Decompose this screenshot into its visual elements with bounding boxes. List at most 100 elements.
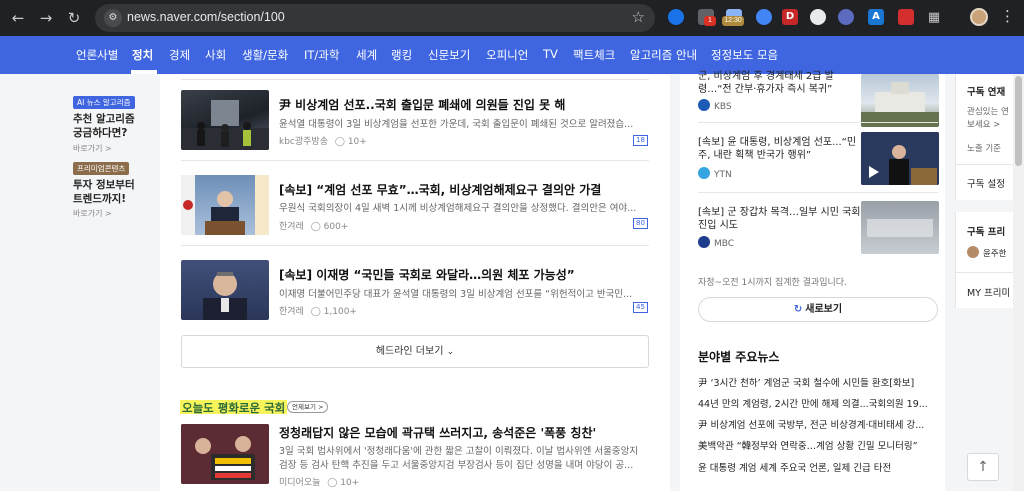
press-logo-icon	[698, 99, 710, 111]
bookmark-extension-icon[interactable]	[898, 9, 914, 25]
right-news-source[interactable]: KBS	[698, 99, 732, 112]
extension-icon[interactable]	[838, 9, 854, 25]
article-thumbnail[interactable]	[181, 175, 269, 235]
field-news-item[interactable]: 尹 비상계엄 선포에 국방부, 전군 비상경계·대비태세 강...	[698, 417, 938, 431]
right-news-source[interactable]: MBC	[698, 236, 734, 249]
nav-item[interactable]: 사회	[205, 47, 226, 63]
press-name[interactable]: 한겨레	[279, 222, 304, 232]
mail-badge: 1	[704, 16, 716, 26]
d-extension-icon[interactable]: D	[782, 9, 798, 25]
field-news-title[interactable]: 분야별 주요뉴스	[698, 348, 779, 365]
right-news-title[interactable]: [속보] 윤 대통령, 비상계엄 선포...“민 주, 내란 획책 반국가 행위…	[698, 136, 856, 162]
article-title[interactable]: [속보] 이재명 “국민들 국회로 와달라…의원 체포 가능성”	[279, 266, 575, 283]
right-news-source[interactable]: YTN	[698, 167, 732, 180]
extensions-puzzle-icon[interactable]: ▦	[922, 6, 946, 30]
nav-item-active[interactable]: 정치	[132, 47, 153, 63]
aggregation-note: 자정~오전 1시까지 집계한 결과입니다.	[698, 278, 847, 288]
article-thumbnail[interactable]	[181, 424, 269, 484]
related-count-badge[interactable]: 45	[633, 302, 648, 313]
nav-item[interactable]: 랭킹	[391, 47, 412, 63]
divider	[181, 79, 649, 80]
nav-item[interactable]: 경제	[169, 47, 190, 63]
extension-icon[interactable]	[668, 9, 684, 25]
article-summary[interactable]: 3일 국회 법사위에서 '정청래다움'에 관한 짧은 고찰이 이뤄졌다. 이날 …	[279, 443, 649, 457]
today-section-title[interactable]: 오늘도 평화로운 국회	[180, 400, 288, 415]
nav-item[interactable]: 언론사별	[76, 47, 118, 63]
title-line: 주, 내란 획책 반국가 행위”	[698, 150, 812, 161]
nav-item[interactable]: TV	[543, 47, 558, 61]
today-section-tag[interactable]: 언제보기 >	[287, 401, 329, 413]
subscribe-link[interactable]: 보세요 >	[967, 118, 1000, 130]
subscribe-settings[interactable]: 구독 설정	[967, 176, 1005, 190]
article-summary[interactable]: 검장 등 검사 탄핵 추진을 두고 서울중앙지검 부장검사 등이 집단 성명을 …	[279, 457, 649, 471]
refresh-icon: ↻	[793, 304, 803, 315]
nav-item[interactable]: 생활/문화	[242, 47, 288, 63]
site-info-icon[interactable]: ⚙	[104, 9, 122, 27]
comment-count: 600+	[323, 222, 349, 232]
category-nav: 언론사별 정치 경제 사회 생활/문화 IT/과학 세계 랭킹 신문보기 오피니…	[0, 36, 1024, 74]
premium-title[interactable]: 구독 프리	[967, 224, 1005, 238]
nav-item[interactable]: 알고리즘 안내	[630, 47, 697, 63]
menu-kebab-icon[interactable]: ⋮	[1000, 7, 1015, 25]
go-link[interactable]: 바로가기 >	[73, 143, 112, 154]
field-news-item[interactable]: 44년 만의 계엄령, 2시간 만에 해제 의결...국회의원 19...	[698, 396, 938, 410]
article-thumbnail[interactable]	[181, 90, 269, 150]
article-image	[181, 100, 269, 150]
nav-item[interactable]: 세계	[356, 47, 377, 63]
promo-line[interactable]: 트렌드까지!	[73, 192, 126, 206]
divider	[698, 192, 938, 193]
press-name[interactable]: kbc광주방송	[279, 137, 328, 147]
nav-item[interactable]: IT/과학	[304, 47, 339, 63]
author-name[interactable]: 윤주한	[983, 247, 1006, 259]
nav-item[interactable]: 팩트체크	[573, 47, 615, 63]
article-title[interactable]: [속보] “계엄 선포 무효”…국회, 비상계엄해제요구 결의안 가결	[279, 181, 601, 198]
scroll-to-top-button[interactable]: ↑	[967, 453, 999, 481]
promo-line[interactable]: 추천 알고리즘	[73, 112, 135, 126]
title-line: 군, 비상계엄 후 경계태세 2급 발	[698, 71, 834, 82]
a-extension-icon[interactable]: A	[868, 9, 884, 25]
article-summary[interactable]: 이재명 더불어민주당 대표가 윤석열 대통령의 3일 비상계엄 선포를 “위헌적…	[279, 286, 649, 300]
news-image	[861, 132, 939, 185]
right-news-thumbnail[interactable]	[861, 74, 939, 127]
article-summary[interactable]: 우원식 국회의장이 4일 새벽 1시께 비상계엄해제요구 결의안을 상정했다. …	[279, 200, 649, 214]
right-news-thumbnail[interactable]	[861, 132, 939, 185]
address-bar[interactable]: ⚙ news.naver.com/section/100 ☆	[95, 4, 655, 32]
ai-algorithm-tag: AI 뉴스 알고리즘	[73, 96, 135, 109]
promo-line[interactable]: 투자 정보부터	[73, 178, 135, 192]
extension-icon[interactable]	[810, 9, 826, 25]
article-image	[181, 424, 269, 484]
forward-arrow-icon[interactable]: →	[34, 6, 58, 30]
article-title[interactable]: 尹 비상계엄 선포..국회 출입문 폐쇄에 의원들 진입 못 해	[279, 96, 565, 113]
related-count-badge[interactable]: 80	[633, 218, 648, 229]
url-text: news.naver.com/section/100	[127, 10, 285, 24]
press-name[interactable]: 한겨레	[279, 307, 304, 317]
go-link[interactable]: 바로가기 >	[73, 208, 112, 219]
right-news-title[interactable]: 군, 비상계엄 후 경계태세 2급 발 령…“전 간부·휴가자 즉시 복귀”	[698, 70, 834, 96]
reload-icon[interactable]: ↻	[62, 6, 86, 30]
my-premium-link[interactable]: MY 프리미	[967, 285, 1010, 299]
nav-item[interactable]: 정정보도 모음	[711, 47, 778, 63]
field-news-item[interactable]: 윤 대통령 계엄 세계 주요국 언론, 일제 긴급 타전	[698, 460, 938, 474]
subscribe-title[interactable]: 구독 연재	[967, 84, 1005, 98]
bookmark-star-icon[interactable]: ☆	[632, 8, 645, 26]
field-news-item[interactable]: 尹 ‘3시간 천하’ 계엄군 국회 철수에 시민들 환호[화보]	[698, 375, 938, 389]
press-name[interactable]: 미디어오늘	[279, 478, 320, 488]
nav-item[interactable]: 오피니언	[486, 47, 528, 63]
sort-label[interactable]: 노출 기준	[967, 142, 1001, 154]
article-summary[interactable]: 윤석열 대통령이 3일 비상계엄을 선포한 가운데, 국회 출입문이 폐쇄된 것…	[279, 116, 649, 130]
promo-line[interactable]: 궁금하다면?	[73, 126, 127, 140]
article-title[interactable]: 정청래답지 않은 모습에 곽규택 쓰러지고, 송석준은 '폭풍 칭찬'	[279, 424, 596, 441]
right-news-thumbnail[interactable]	[861, 201, 939, 254]
article-thumbnail[interactable]	[181, 260, 269, 320]
headline-more-label: 헤드라인 더보기	[375, 346, 444, 357]
profile-avatar[interactable]	[970, 8, 988, 26]
back-arrow-icon[interactable]: ←	[6, 6, 30, 30]
extension-icon[interactable]	[756, 9, 772, 25]
field-news-item[interactable]: 美백악관 “韓정부와 연락중…계엄 상황 긴밀 모니터링”	[698, 438, 938, 452]
nav-item[interactable]: 신문보기	[428, 47, 470, 63]
related-count-badge[interactable]: 18	[633, 135, 648, 146]
refresh-button[interactable]: ↻ 새로보기	[698, 297, 938, 322]
headline-more-button[interactable]: 헤드라인 더보기 ⌄	[181, 335, 649, 368]
right-news-title[interactable]: [속보] 군 장갑차 목격…일부 시민 국회 진입 시도	[698, 206, 861, 232]
scrollbar-thumb[interactable]	[1015, 76, 1022, 166]
